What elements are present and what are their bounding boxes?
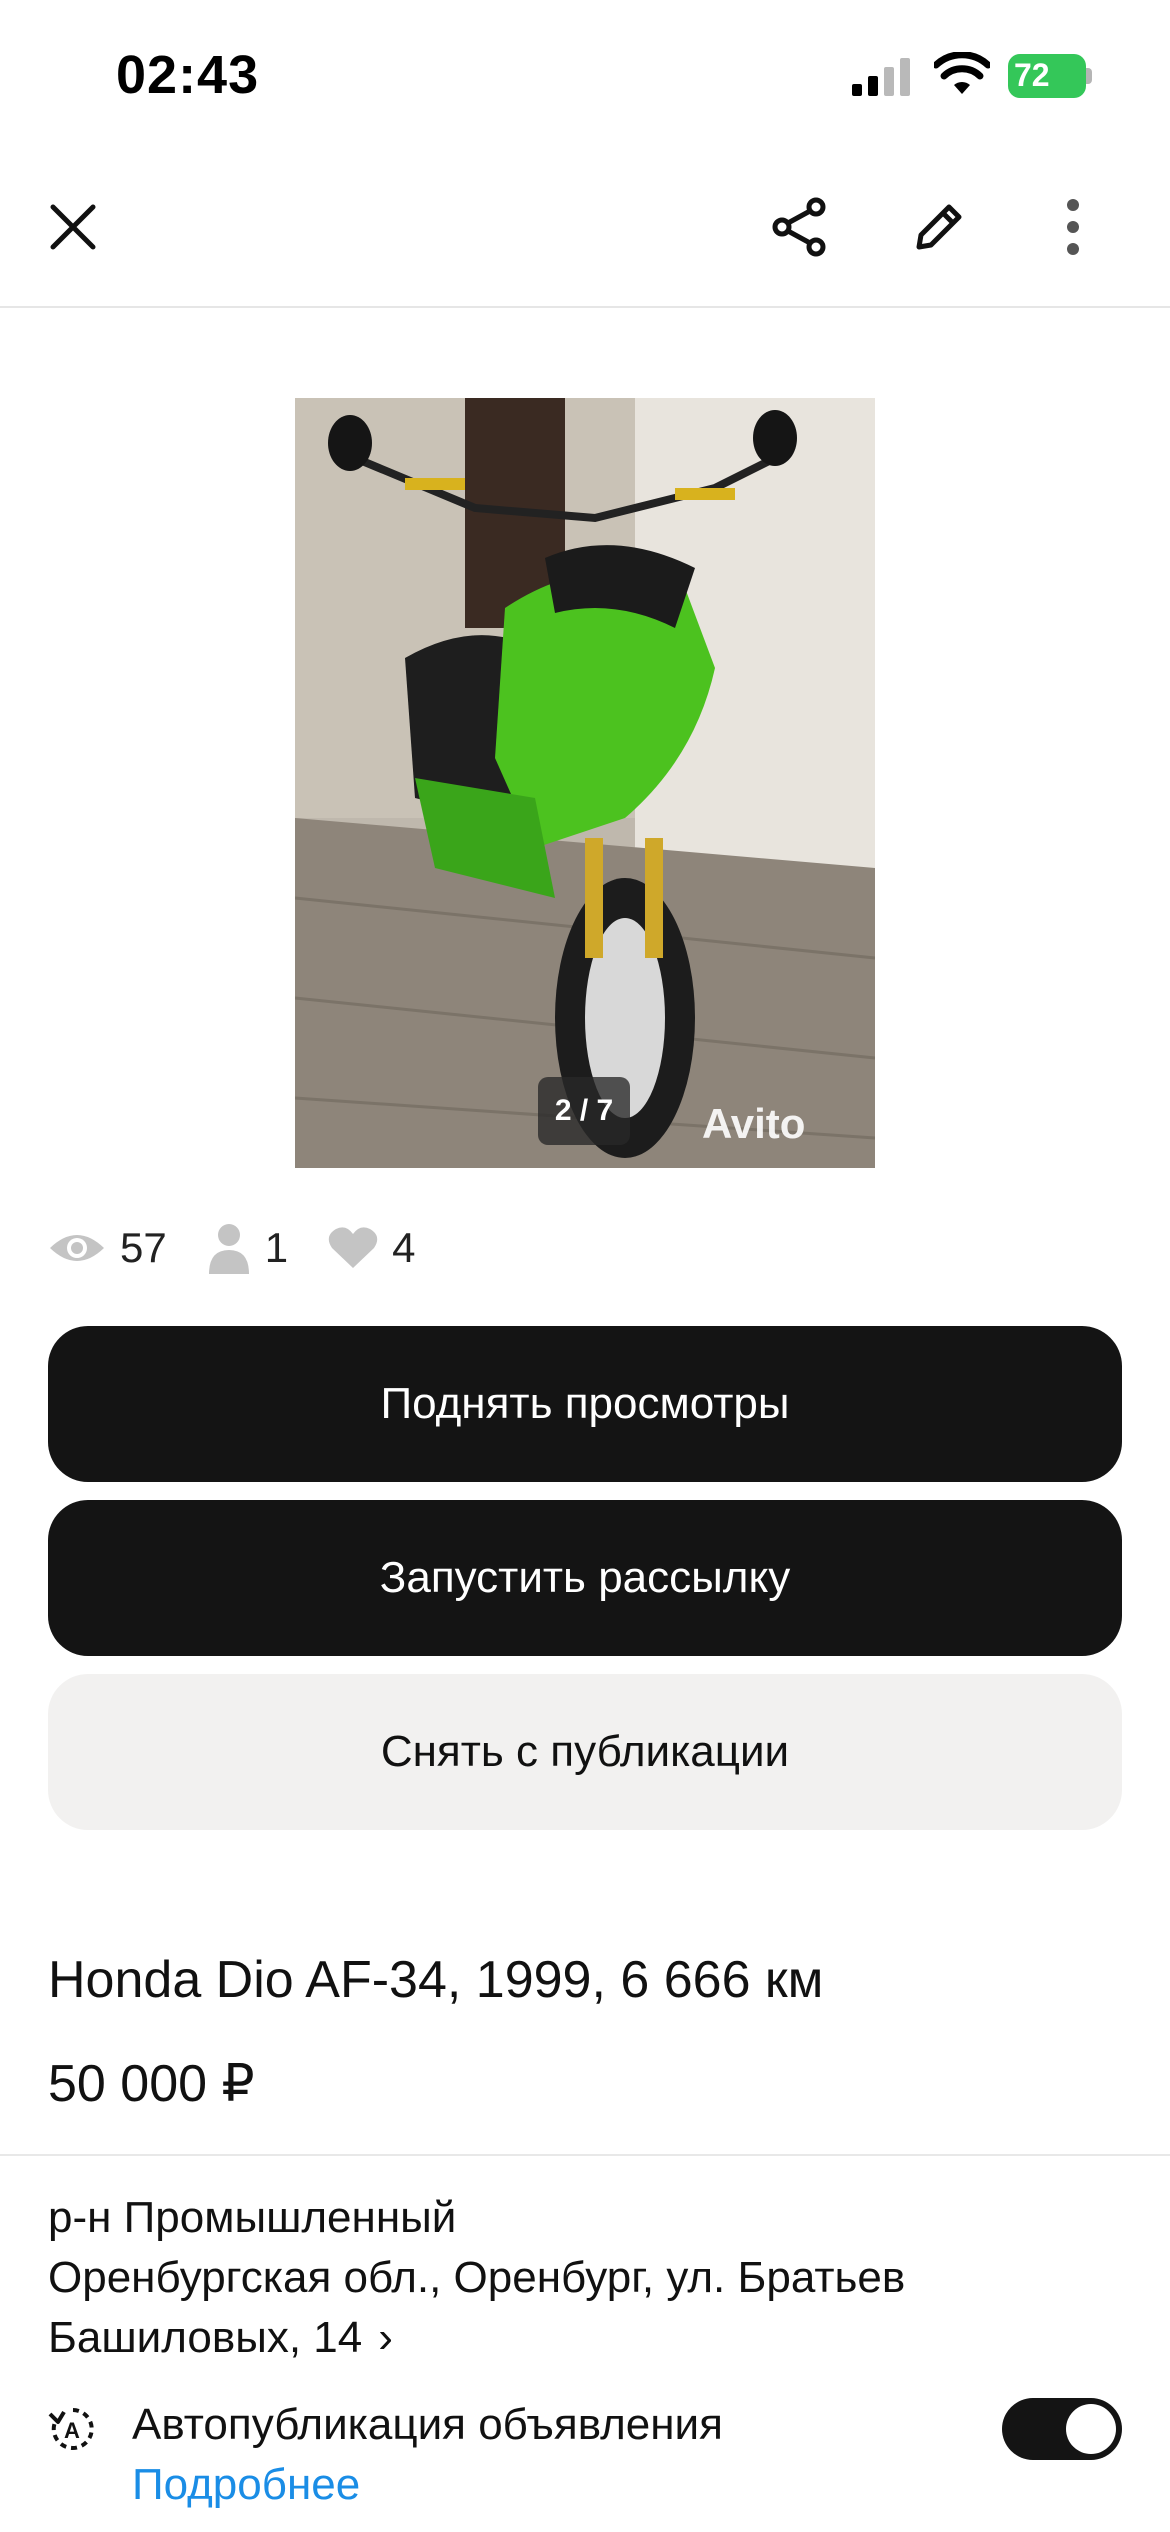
start-mailing-button[interactable]: Запустить рассылку [48, 1500, 1122, 1656]
toggle-knob [1066, 2404, 1116, 2454]
chevron-right-icon: › [378, 2313, 393, 2362]
person-icon [208, 1224, 249, 1274]
address-line2: Башиловых, 14 [48, 2313, 363, 2362]
favorites-count: 4 [392, 1224, 416, 1271]
raise-views-button[interactable]: Поднять просмотры [48, 1326, 1122, 1482]
top-toolbar [0, 150, 1170, 308]
more-vertical-icon [1067, 199, 1079, 255]
heart-icon [328, 1227, 378, 1268]
address-line1: Оренбургская обл., Оренбург, ул. Братьев [48, 2253, 906, 2302]
address-block[interactable]: р-н Промышленный Оренбургская обл., Орен… [48, 2188, 1048, 2368]
photo-counter: 2 / 7 [538, 1077, 630, 1145]
svg-text:A: A [64, 2418, 80, 2443]
edit-button[interactable] [894, 182, 984, 272]
address-district: р-н Промышленный [48, 2193, 457, 2242]
views-stat: 57 [48, 1224, 167, 1272]
listing-stats: 57 1 4 [48, 1218, 455, 1278]
close-icon [50, 204, 96, 250]
section-divider [0, 2154, 1170, 2156]
contacts-stat: 1 [207, 1222, 288, 1274]
contacts-count: 1 [264, 1224, 289, 1271]
status-time: 02:43 [116, 45, 260, 105]
wifi-icon [934, 52, 990, 94]
status-bar: 02:43 72 [0, 0, 1170, 150]
eye-icon [50, 1235, 104, 1261]
favorites-stat: 4 [328, 1224, 415, 1272]
listing-price: 50 000 ₽ [48, 2055, 255, 2113]
listing-photo[interactable] [295, 398, 875, 1168]
avito-watermark: Avito [702, 1100, 806, 1147]
close-button[interactable] [28, 182, 118, 272]
pencil-icon [916, 204, 962, 250]
unpublish-button[interactable]: Снять с публикации [48, 1674, 1122, 1830]
cellular-signal-icon [852, 58, 910, 96]
autopublish-more-link[interactable]: Подробнее [132, 2460, 360, 2510]
battery-cap [1086, 68, 1092, 84]
autopublish-label: Автопубликация объявления [132, 2400, 723, 2449]
more-button[interactable] [1028, 182, 1118, 272]
autopublish-icon: A [48, 2408, 94, 2450]
battery-level: 72 [1014, 57, 1050, 93]
battery-indicator: 72 [1008, 54, 1092, 98]
views-count: 57 [120, 1224, 167, 1271]
scooter-photo-image [295, 398, 875, 1168]
share-icon [772, 197, 826, 257]
listing-title: Honda Dio AF-34, 1999, 6 666 км [48, 1951, 824, 2009]
autopublish-toggle[interactable] [1002, 2398, 1122, 2460]
address-line2-row: Башиловых, 14 › [48, 2308, 1048, 2368]
share-button[interactable] [755, 182, 845, 272]
